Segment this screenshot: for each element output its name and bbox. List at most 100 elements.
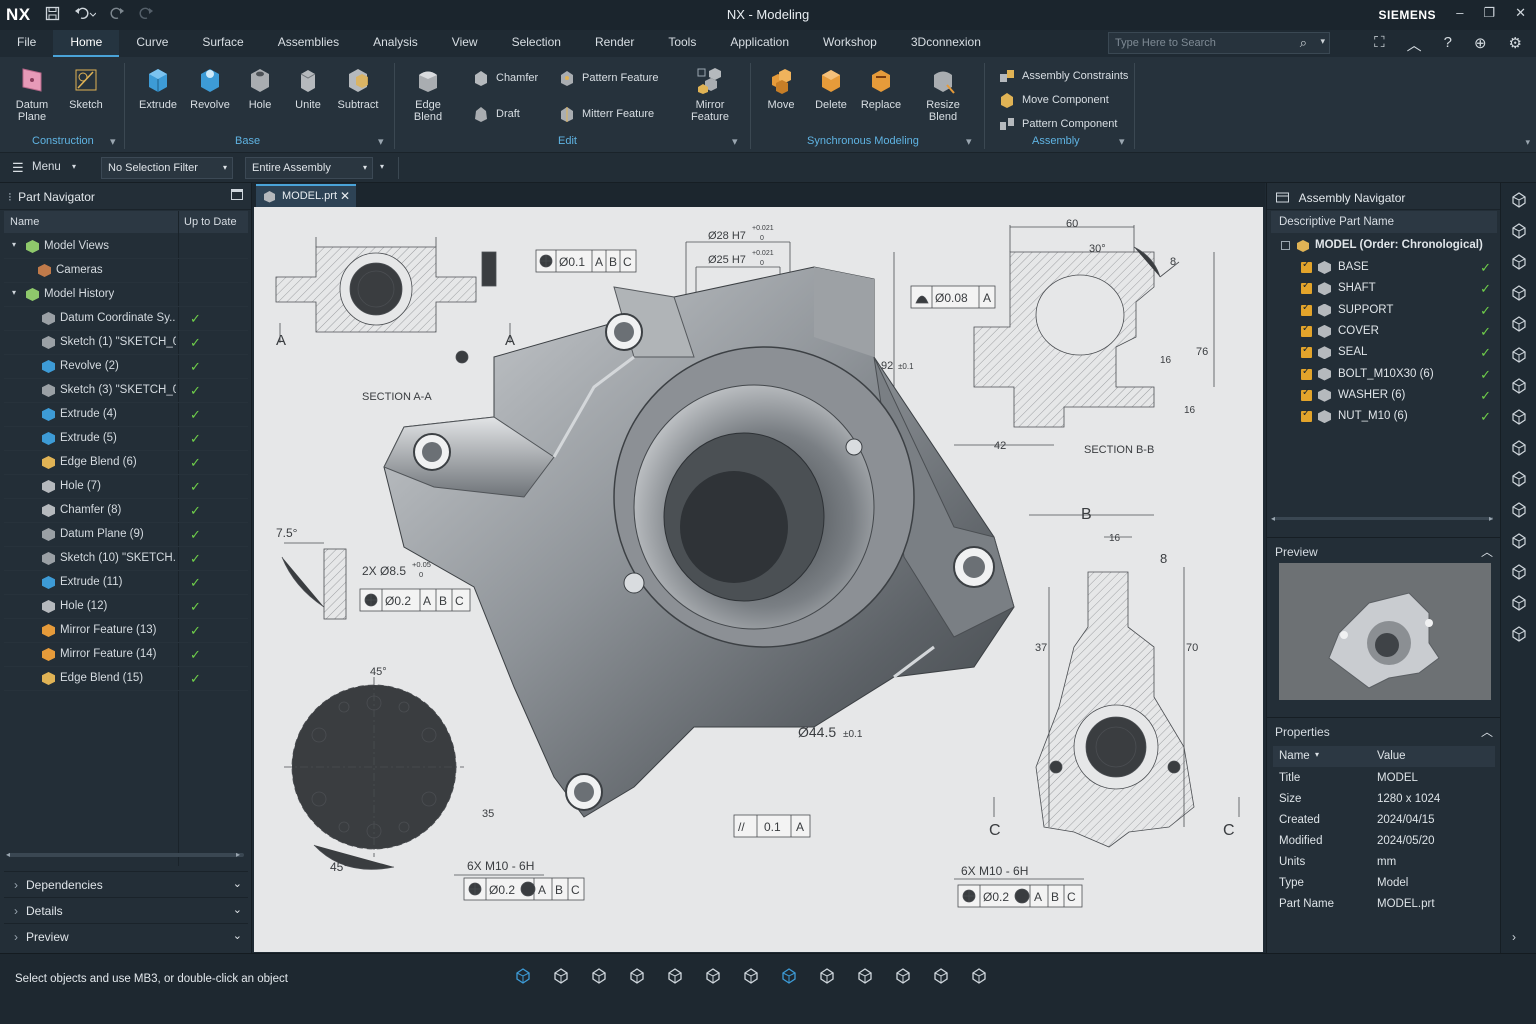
chevron-up-icon[interactable]: ︿ <box>1481 543 1493 560</box>
tools-icon[interactable] <box>1510 408 1528 426</box>
menu-workshop[interactable]: Workshop <box>806 30 894 57</box>
tree-row[interactable]: Sketch (1) "SKETCH_0... ✓ <box>4 331 248 355</box>
close-tab-icon[interactable]: ✕ <box>340 189 350 203</box>
column-up-to-date[interactable]: Up to Date <box>184 216 237 228</box>
subtract-button[interactable]: Subtract <box>334 65 382 111</box>
menu-hamburger-icon[interactable]: ☰ <box>12 160 24 176</box>
pattern-feature-button[interactable]: Pattern Feature <box>558 69 658 87</box>
visibility-checkbox[interactable] <box>1301 259 1312 273</box>
assembly-item-row[interactable]: WASHER (6) ✓ <box>1271 385 1497 406</box>
ribbon-overflow-icon[interactable]: ▾ <box>1525 137 1530 148</box>
palette-icon[interactable] <box>1510 625 1528 643</box>
chevron-down-icon[interactable]: ▾ <box>378 135 384 148</box>
mirror-feature-small-button[interactable]: Mitterr Feature <box>558 105 654 123</box>
constraint-navigator-icon[interactable] <box>1510 346 1528 364</box>
scroll-left-icon[interactable]: ◂ <box>6 850 10 859</box>
undo-icon[interactable] <box>74 6 96 24</box>
render-style-icon[interactable] <box>968 966 990 988</box>
visibility-checkbox[interactable] <box>1301 387 1312 401</box>
zoom-icon[interactable] <box>816 966 838 988</box>
pattern-component-button[interactable]: Pattern Component <box>998 115 1117 133</box>
tree-row[interactable]: ▾ Model Views <box>4 235 248 259</box>
properties-col-name[interactable]: Name <box>1279 750 1310 762</box>
wireframe-icon[interactable] <box>626 966 648 988</box>
datum-plane-button[interactable]: Datum Plane <box>8 65 56 123</box>
fit-icon[interactable] <box>512 966 534 988</box>
save-icon[interactable] <box>45 6 60 24</box>
menu-application[interactable]: Application <box>713 30 806 57</box>
delete-face-button[interactable]: Delete <box>808 65 854 111</box>
command-search-input[interactable]: Type Here to Search ⌕ ▾ <box>1108 32 1330 54</box>
tree-row[interactable]: Cameras <box>4 259 248 283</box>
selection-scope-dropdown[interactable]: Entire Assembly ▾ <box>245 157 373 179</box>
menu-assemblies[interactable]: Assemblies <box>261 30 356 57</box>
replace-face-button[interactable]: Replace <box>856 65 906 111</box>
menu-file[interactable]: File <box>0 30 53 57</box>
visibility-checkbox[interactable] <box>1301 302 1312 316</box>
chevron-down-icon[interactable]: ▾ <box>110 135 116 148</box>
csys-icon[interactable] <box>930 966 952 988</box>
column-descriptive-part-name[interactable]: Descriptive Part Name <box>1271 211 1497 233</box>
properties-col-value[interactable]: Value <box>1377 750 1406 762</box>
dependencies-section[interactable]: › Dependencies ⌄ <box>4 871 248 897</box>
roles-icon[interactable] <box>1510 284 1528 302</box>
chevron-down-icon[interactable]: ▾ <box>72 162 76 171</box>
hole-button[interactable]: Hole <box>238 65 282 111</box>
snap-view-icon[interactable] <box>778 966 800 988</box>
search-icon[interactable]: ⌕ <box>1300 35 1307 51</box>
sort-icon[interactable]: ▾ <box>1315 750 1319 759</box>
restore-button[interactable]: ❐ <box>1483 5 1495 21</box>
properties-panel-header[interactable]: Properties ︿ <box>1267 717 1501 743</box>
menu-tools[interactable]: Tools <box>651 30 713 57</box>
unite-button[interactable]: Unite <box>286 65 330 111</box>
move-component-button[interactable]: Move Component <box>998 91 1109 109</box>
analysis-icon[interactable] <box>1510 470 1528 488</box>
tree-row[interactable]: Chamfer (8) ✓ <box>4 499 248 523</box>
column-name[interactable]: Name <box>10 216 39 228</box>
visibility-checkbox[interactable] <box>1301 280 1312 295</box>
assembly-constraints-button[interactable]: Assembly Constraints <box>998 67 1128 85</box>
chevron-down-icon[interactable]: ▾ <box>1119 135 1125 148</box>
tree-row[interactable]: Hole (7) ✓ <box>4 475 248 499</box>
visibility-checkbox[interactable] <box>1301 344 1312 359</box>
move-face-button[interactable]: Move <box>758 65 804 111</box>
menu-home[interactable]: Home <box>53 30 120 57</box>
fullscreen-icon[interactable]: ⛶ <box>1374 34 1385 55</box>
chevron-down-icon[interactable]: ⌄ <box>233 877 242 890</box>
web-browser-icon[interactable] <box>1510 222 1528 240</box>
tree-row[interactable]: Datum Coordinate Sy... ✓ <box>4 307 248 331</box>
menu-surface[interactable]: Surface <box>185 30 260 57</box>
expand-resource-bar-icon[interactable]: › <box>1512 930 1516 944</box>
zoom-window-icon[interactable] <box>550 966 572 988</box>
tree-row[interactable]: Extrude (11) ✓ <box>4 571 248 595</box>
redo-2-icon[interactable] <box>139 6 154 24</box>
horizontal-scrollbar[interactable] <box>8 853 244 857</box>
process-studio-icon[interactable] <box>1510 563 1528 581</box>
redo-icon[interactable] <box>110 6 125 24</box>
layer-icon[interactable] <box>892 966 914 988</box>
extrude-button[interactable]: Extrude <box>134 65 182 111</box>
tree-row[interactable]: Edge Blend (6) ✓ <box>4 451 248 475</box>
menu-analysis[interactable]: Analysis <box>356 30 435 57</box>
visibility-checkbox[interactable] <box>1301 408 1312 423</box>
tree-row[interactable]: Datum Plane (9) ✓ <box>4 523 248 547</box>
revolve-button[interactable]: Revolve <box>186 65 234 111</box>
tree-row[interactable]: Extrude (4) ✓ <box>4 403 248 427</box>
chevron-down-icon[interactable]: ⌄ <box>233 903 242 916</box>
tree-row[interactable]: Mirror Feature (14) ✓ <box>4 643 248 667</box>
tree-row[interactable]: Mirror Feature (13) ✓ <box>4 619 248 643</box>
clipping-icon[interactable] <box>740 966 762 988</box>
rotate-icon[interactable] <box>588 966 610 988</box>
tab-model-prt[interactable]: MODEL.prt ✕ <box>256 184 356 207</box>
tree-row[interactable]: Revolve (2) ✓ <box>4 355 248 379</box>
assembly-item-row[interactable]: BASE ✓ <box>1271 257 1497 278</box>
graphics-viewport[interactable]: A A SECTION A-A Ø0.1 A B C Ø28 H7 +0.021… <box>254 207 1263 952</box>
preview-panel-header[interactable]: Preview ︿ <box>1267 537 1501 563</box>
tree-row[interactable]: Sketch (10) "SKETCH... ✓ <box>4 547 248 571</box>
assembly-icon[interactable] <box>1510 377 1528 395</box>
mirror-feature-button[interactable]: Mirror Feature <box>680 65 740 123</box>
assembly-item-row[interactable]: SEAL ✓ <box>1271 342 1497 363</box>
details-section[interactable]: › Details ⌄ <box>4 897 248 923</box>
tree-row[interactable]: Hole (12) ✓ <box>4 595 248 619</box>
assembly-root-row[interactable]: MODEL (Order: Chronological) <box>1271 235 1497 256</box>
